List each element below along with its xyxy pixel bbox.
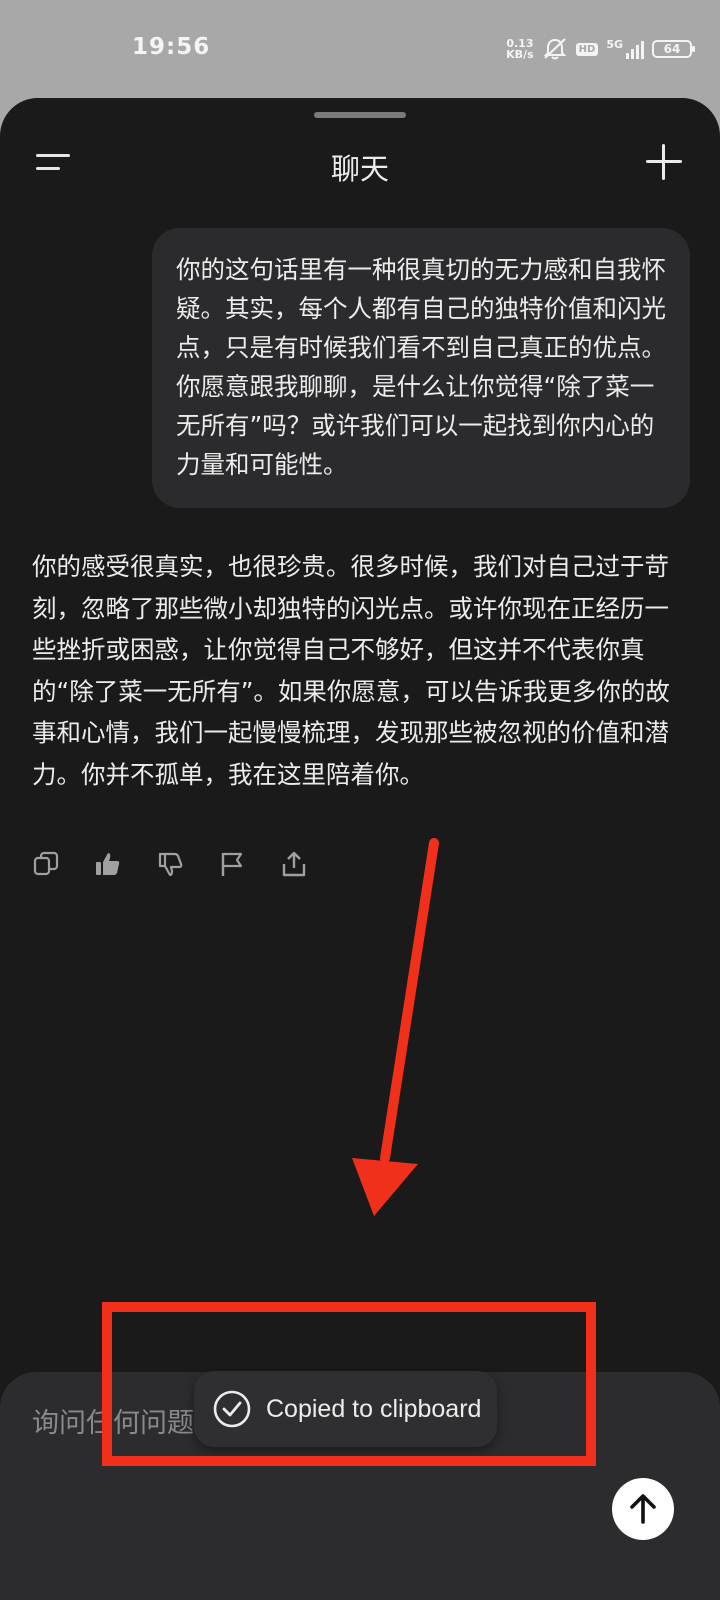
copy-icon[interactable] bbox=[32, 850, 60, 878]
signal-group: 5G bbox=[606, 39, 644, 59]
send-button[interactable] bbox=[612, 1478, 674, 1540]
net-speed-unit: KB/s bbox=[506, 48, 534, 61]
annotation-highlight-box bbox=[102, 1302, 596, 1466]
chat-sheet: 聊天 你的这句话里有一种很真切的无力感和自我怀疑。其实，每个人都有自己的独特价值… bbox=[0, 98, 720, 1600]
hd-badge: HD bbox=[575, 42, 599, 56]
bell-muted-icon bbox=[543, 38, 567, 60]
user-message-bubble: 你的这句话里有一种很真切的无力感和自我怀疑。其实，每个人都有自己的独特价值和闪光… bbox=[152, 228, 690, 508]
flag-icon[interactable] bbox=[218, 850, 246, 878]
status-icons: 0.13 KB/s HD 5G 64 bbox=[506, 34, 695, 64]
page-title: 聊天 bbox=[330, 152, 389, 186]
new-chat-plus-icon[interactable] bbox=[646, 144, 682, 180]
signal-icon bbox=[626, 39, 644, 59]
network-type: 5G bbox=[606, 38, 623, 51]
net-speed: 0.13 KB/s bbox=[506, 38, 533, 60]
thumbs-up-icon[interactable] bbox=[94, 850, 122, 878]
arrow-up-icon bbox=[630, 1494, 656, 1524]
status-time: 19:56 bbox=[132, 34, 211, 60]
battery-level: 64 bbox=[663, 42, 681, 56]
message-actions bbox=[32, 850, 308, 878]
drag-handle[interactable] bbox=[314, 112, 406, 118]
share-icon[interactable] bbox=[280, 850, 308, 878]
battery-icon: 64 bbox=[652, 40, 695, 58]
status-bar: 19:56 0.13 KB/s HD 5G 64 bbox=[0, 0, 720, 100]
assistant-message: 你的感受很真实，也很珍贵。很多时候，我们对自己过于苛刻，忽略了那些微小却独特的闪… bbox=[32, 552, 670, 789]
thumbs-down-icon[interactable] bbox=[156, 850, 184, 878]
